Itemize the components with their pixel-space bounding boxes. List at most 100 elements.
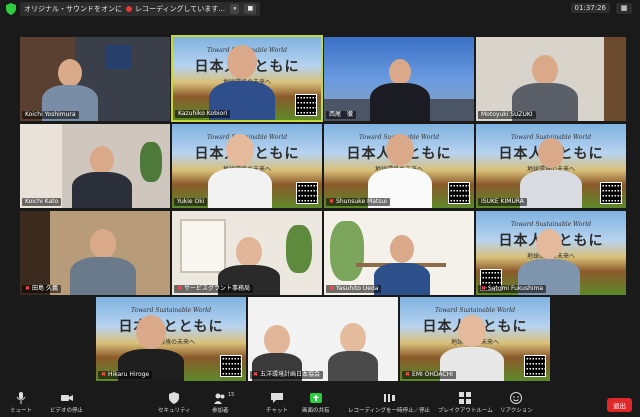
participant-name: ✖ Shunsuke Matsui bbox=[326, 198, 390, 206]
qr-code bbox=[296, 182, 318, 204]
participant-tile[interactable]: Toward Sustainable World日本人とともに地球環境の未来へ … bbox=[324, 124, 474, 208]
background-poster: Toward Sustainable World日本人とともに地球環境の未来へ bbox=[118, 307, 224, 347]
participant-tile[interactable]: ✖ サービスグラント事務局 bbox=[172, 211, 322, 295]
muted-mic-icon: ✖ bbox=[481, 285, 487, 292]
participant-name: 西尾 徹 bbox=[326, 111, 357, 119]
video-camera-icon bbox=[60, 395, 73, 401]
participant-face bbox=[227, 45, 257, 79]
reactions-button[interactable]: リアクション bbox=[500, 392, 533, 414]
participant-tile[interactable]: Koichi Kato bbox=[20, 124, 170, 208]
muted-mic-icon: ✖ bbox=[177, 285, 183, 292]
muted-mic-icon: ✖ bbox=[329, 285, 335, 292]
participant-name: ✖ 田島 久義 bbox=[22, 285, 61, 293]
original-sound-label: オリジナル・サウンドをオンにする bbox=[24, 5, 137, 13]
wall-poster bbox=[106, 45, 132, 69]
participant-face bbox=[532, 55, 558, 85]
participant-face-second bbox=[340, 323, 366, 353]
breakout-rooms-button[interactable]: ブレイクアウトルーム bbox=[438, 392, 493, 414]
participant-face bbox=[389, 59, 411, 85]
qr-code bbox=[600, 182, 622, 204]
qr-code bbox=[524, 355, 546, 377]
participant-body bbox=[374, 263, 430, 295]
participant-tile[interactable]: Toward Sustainable World日本人とともに地球環境の未来へ … bbox=[400, 297, 550, 381]
muted-mic-icon: ✖ bbox=[253, 371, 259, 378]
microphone-icon bbox=[16, 392, 26, 404]
qr-code bbox=[448, 182, 470, 204]
recording-control-button[interactable]: レコーディングを一時停止／停止 bbox=[348, 392, 430, 414]
shelf-background bbox=[20, 124, 62, 208]
participant-face bbox=[136, 315, 166, 349]
participant-name: Motoyuki SUZUKI bbox=[478, 111, 536, 119]
shield-icon[interactable] bbox=[6, 3, 16, 15]
participant-body bbox=[72, 172, 132, 208]
view-toggle-button[interactable]: ▦ bbox=[616, 3, 632, 14]
participants-count: 15 bbox=[228, 392, 235, 398]
participant-tile[interactable]: ✖ 田島 久義 bbox=[20, 211, 170, 295]
participant-name: ✖ Satomi Fukushima bbox=[478, 285, 547, 293]
stop-recording-button[interactable]: ■ bbox=[244, 4, 257, 14]
participant-face bbox=[458, 315, 486, 347]
plant-background bbox=[140, 142, 162, 182]
pause-recording-button[interactable]: ⏸ bbox=[230, 4, 240, 14]
bookshelf-background bbox=[604, 37, 626, 121]
participant-face bbox=[236, 237, 262, 267]
participant-body bbox=[520, 170, 582, 208]
share-screen-icon bbox=[309, 393, 322, 403]
qr-code bbox=[295, 94, 317, 116]
active-speaker-tile[interactable]: Toward Sustainable World日本人とともに地球環境の未来へ … bbox=[171, 35, 323, 122]
plant-background bbox=[330, 221, 364, 281]
participant-face bbox=[264, 325, 290, 355]
share-screen-button[interactable]: 画面の共有 bbox=[302, 392, 330, 414]
smiley-icon bbox=[510, 392, 523, 404]
participant-name: Kazuhiko Kobiori bbox=[175, 110, 231, 118]
muted-mic-icon: ✖ bbox=[25, 285, 31, 292]
participant-name: ✖ 五洋環境計画日本協会 bbox=[250, 371, 324, 379]
plant-background bbox=[286, 225, 312, 273]
pause-stop-icon bbox=[384, 394, 396, 402]
participant-body bbox=[70, 257, 136, 295]
participant-face bbox=[90, 146, 114, 174]
participant-name: ✖ Yasuhito Ueda bbox=[326, 285, 382, 293]
meeting-toolbar: ミュート ビデオの停止 セキュリティ 参加者 15 チャット 画面の共有 レコー… bbox=[0, 390, 640, 417]
grid-view-icon: ▦ bbox=[620, 4, 628, 12]
participant-name: Koichi Kato bbox=[22, 198, 62, 206]
mute-button[interactable]: ミュート bbox=[10, 392, 32, 414]
participant-tile[interactable]: ✖ Yasuhito Ueda bbox=[324, 211, 474, 295]
participant-name: Yukie Oki bbox=[174, 198, 208, 206]
participant-body-second bbox=[328, 351, 378, 381]
participant-face bbox=[58, 59, 82, 87]
stop-video-button[interactable]: ビデオの停止 bbox=[50, 392, 83, 414]
participant-tile[interactable]: 西尾 徹 bbox=[324, 37, 474, 121]
recording-dot-icon bbox=[126, 6, 132, 12]
participant-tile[interactable]: Motoyuki SUZUKI bbox=[476, 37, 626, 121]
chat-button[interactable]: チャット bbox=[266, 392, 288, 414]
participant-tile[interactable]: ✖ 五洋環境計画日本協会 bbox=[248, 297, 398, 381]
participant-face bbox=[536, 229, 562, 259]
participant-tile[interactable]: Koichi Yoshimura bbox=[20, 37, 170, 121]
participant-name: ✖ EMI OHDACHI bbox=[402, 371, 456, 379]
participant-face bbox=[90, 229, 116, 259]
participant-tile[interactable]: Toward Sustainable World日本人とともに地球環境の未来へ … bbox=[96, 297, 246, 381]
leave-meeting-button[interactable]: 退出 bbox=[607, 398, 632, 412]
recording-indicator: レコーディングしています... ⏸ ■ bbox=[122, 2, 261, 16]
participant-tile[interactable]: Toward Sustainable World日本人とともに地球環境の未来へ … bbox=[476, 211, 626, 295]
door-background bbox=[20, 211, 50, 295]
participant-body bbox=[370, 83, 430, 121]
participants-button[interactable]: 参加者 15 bbox=[212, 392, 234, 414]
participant-face bbox=[386, 134, 414, 166]
participant-face bbox=[390, 235, 414, 263]
muted-mic-icon: ✖ bbox=[405, 371, 411, 378]
shield-icon bbox=[169, 392, 180, 404]
participant-name: ✖ サービスグラント事務局 bbox=[174, 285, 254, 293]
participant-tile[interactable]: Toward Sustainable World日本人とともに地球環境の未来へ … bbox=[476, 124, 626, 208]
participant-name: ✖ Hikaru Hiroge bbox=[98, 371, 153, 379]
chat-bubble-icon bbox=[270, 393, 283, 403]
security-button[interactable]: セキュリティ bbox=[158, 392, 191, 414]
participant-body bbox=[208, 168, 272, 208]
participant-face bbox=[538, 138, 564, 168]
participants-icon bbox=[214, 393, 225, 404]
muted-mic-icon: ✖ bbox=[329, 198, 335, 205]
qr-code bbox=[220, 355, 242, 377]
participant-name: Koichi Yoshimura bbox=[22, 111, 79, 119]
participant-tile[interactable]: Toward Sustainable World日本人とともに地球環境の未来へ … bbox=[172, 124, 322, 208]
